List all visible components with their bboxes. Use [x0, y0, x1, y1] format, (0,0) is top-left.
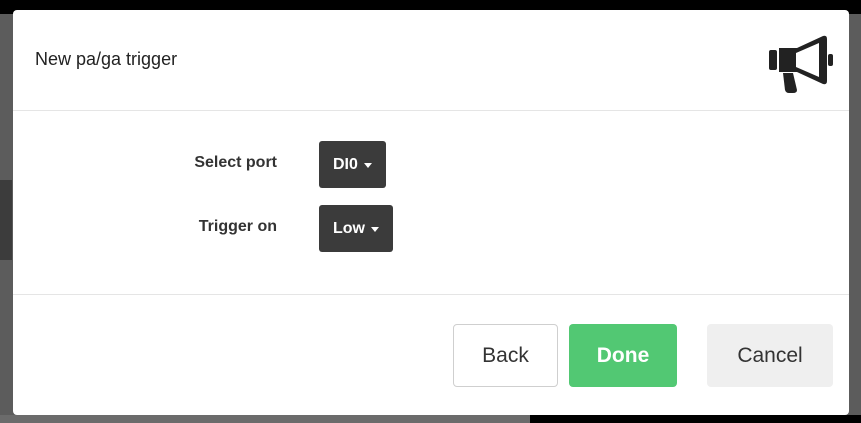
back-button[interactable]: Back	[453, 324, 558, 387]
caret-down-icon	[371, 227, 379, 232]
backdrop-bottom-left	[0, 415, 530, 423]
dialog-footer: Back Done Cancel	[13, 295, 849, 414]
trigger-row: Trigger on Low	[13, 205, 849, 252]
dialog-title: New pa/ga trigger	[35, 49, 178, 69]
caret-down-icon	[363, 163, 372, 168]
dialog-body: Select port DI0 Trigger on Low	[13, 111, 849, 295]
port-label: Select port	[194, 154, 277, 171]
trigger-label: Trigger on	[198, 218, 277, 235]
port-dropdown-value: DI0	[333, 155, 358, 173]
backdrop-bottom-right	[530, 415, 861, 423]
done-button[interactable]: Done	[569, 324, 677, 387]
cancel-button[interactable]: Cancel	[707, 324, 833, 387]
trigger-dropdown-value: Low	[333, 219, 365, 237]
megaphone-icon	[769, 35, 833, 93]
port-row: Select port DI0	[13, 141, 849, 188]
backdrop-left	[0, 180, 12, 260]
trigger-dropdown[interactable]: Low	[319, 205, 393, 252]
trigger-dialog: New pa/ga trigger Select port DI0 Trigge…	[13, 10, 849, 415]
port-dropdown[interactable]: DI0	[319, 141, 386, 188]
dialog-header: New pa/ga trigger	[13, 10, 849, 111]
